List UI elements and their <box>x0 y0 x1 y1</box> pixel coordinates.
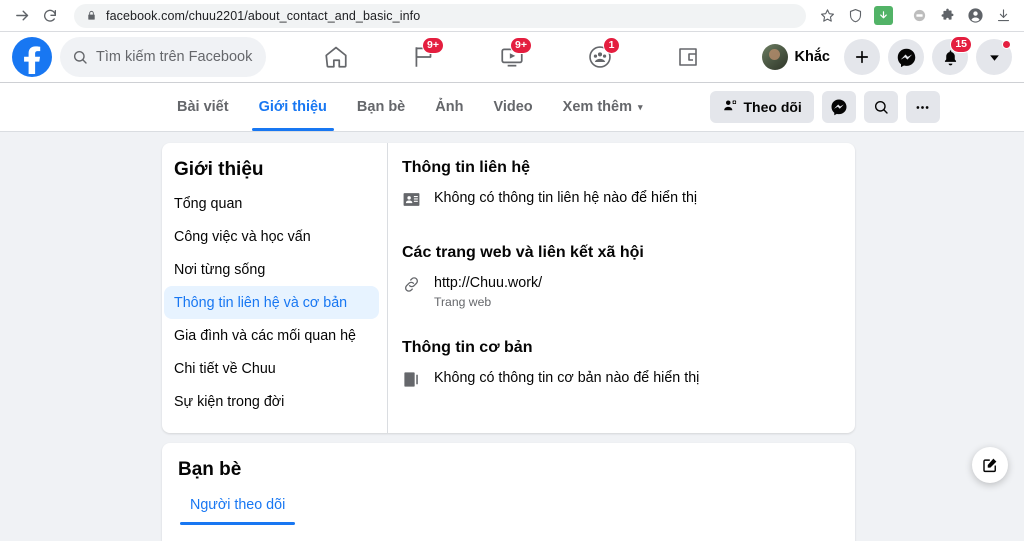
navbar-center-shortcuts: 9+ 9+ 1 <box>314 37 710 77</box>
contact-empty-text: Không có thông tin liên hệ nào để hiển t… <box>434 190 698 206</box>
about-card: Giới thiệu Tổng quan Công việc và học vấ… <box>162 143 855 433</box>
puzzle-extension-icon[interactable] <box>934 3 960 29</box>
url-text: facebook.com/chuu2201/about_contact_and_… <box>106 8 421 23</box>
search-icon <box>72 49 88 65</box>
gaming-icon[interactable] <box>666 37 710 77</box>
forward-arrow-icon[interactable] <box>8 2 36 30</box>
profile-tabs: Bài viết Giới thiệu Bạn bè Ảnh Video Xem… <box>162 83 658 131</box>
browser-profile-icon[interactable] <box>962 3 988 29</box>
groups-icon[interactable]: 1 <box>578 37 622 77</box>
shield-icon[interactable] <box>842 3 868 29</box>
watch-video-icon[interactable]: 9+ <box>490 37 534 77</box>
friends-tabs: Người theo dõi <box>178 497 839 525</box>
tab-label: Xem thêm <box>562 99 632 115</box>
watch-badge: 9+ <box>510 37 532 54</box>
downloads-icon[interactable] <box>990 3 1016 29</box>
notifications-badge: 15 <box>950 36 972 53</box>
bookmark-star-icon[interactable] <box>814 3 840 29</box>
tab-anh[interactable]: Ảnh <box>420 83 478 131</box>
messenger-icon[interactable] <box>888 39 924 75</box>
sidebar-item-label: Nơi từng sống <box>174 261 266 278</box>
tab-xem-them[interactable]: Xem thêm ▾ <box>548 83 658 131</box>
websites-section-title: Các trang web và liên kết xã hội <box>402 244 644 261</box>
account-alert-dot <box>1002 40 1011 49</box>
follow-button[interactable]: Theo dõi <box>709 91 814 123</box>
tab-video[interactable]: Video <box>478 83 547 131</box>
sidebar-item-su-kien-trong-doi[interactable]: Sự kiện trong đời <box>164 385 379 418</box>
plus-create-icon[interactable] <box>844 39 880 75</box>
sidebar-item-label: Sự kiện trong đời <box>174 393 285 410</box>
basic-section-title: Thông tin cơ bản <box>402 339 533 357</box>
profile-name: Khắc <box>794 49 830 65</box>
sidebar-item-thong-tin-lien-he[interactable]: Thông tin liên hệ và cơ bản <box>164 286 379 319</box>
profile-actions: Theo dõi <box>709 91 940 123</box>
profile-basic-icon <box>402 370 421 394</box>
extension-circle-icon[interactable] <box>906 3 932 29</box>
friends-tab-label: Người theo dõi <box>190 497 286 513</box>
website-texts: http://Chuu.work/ Trang web <box>434 274 542 309</box>
chevron-down-icon: ▾ <box>637 101 643 112</box>
home-icon[interactable] <box>314 37 358 77</box>
compose-edit-icon[interactable] <box>972 447 1008 483</box>
bell-notifications-icon[interactable]: 15 <box>932 36 972 75</box>
contact-empty-row: Không có thông tin liên hệ nào để hiển t… <box>402 189 839 214</box>
sidebar-item-label: Gia đình và các mối quan hệ <box>174 327 356 344</box>
contact-card-icon <box>402 190 421 214</box>
link-icon <box>402 275 421 299</box>
tab-label: Bạn bè <box>356 99 406 115</box>
website-row[interactable]: http://Chuu.work/ Trang web <box>402 274 839 309</box>
sidebar-item-noi-tung-song[interactable]: Nơi từng sống <box>164 253 379 286</box>
search-input[interactable] <box>96 49 254 65</box>
tab-gioi-thieu[interactable]: Giới thiệu <box>244 83 342 131</box>
profile-tabbar: Bài viết Giới thiệu Bạn bè Ảnh Video Xem… <box>0 82 1024 132</box>
sidebar-item-gia-dinh[interactable]: Gia đình và các mối quan hệ <box>164 319 379 352</box>
search-box[interactable] <box>60 37 266 77</box>
download-badge-icon[interactable] <box>870 3 896 29</box>
about-sidebar: Giới thiệu Tổng quan Công việc và học vấ… <box>162 143 388 433</box>
address-bar[interactable]: facebook.com/chuu2201/about_contact_and_… <box>74 3 806 28</box>
browser-action-icons <box>814 3 1016 29</box>
tab-label: Video <box>493 99 533 115</box>
sidebar-item-cong-viec-hoc-van[interactable]: Công việc và học vấn <box>164 220 379 253</box>
groups-badge: 1 <box>603 37 620 54</box>
browser-toolbar: facebook.com/chuu2201/about_contact_and_… <box>0 0 1024 32</box>
about-heading: Giới thiệu <box>174 159 264 180</box>
tab-label: Bài viết <box>177 99 229 115</box>
friends-heading: Bạn bè <box>178 459 242 480</box>
sidebar-item-label: Công việc và học vấn <box>174 228 311 245</box>
search-profile-button[interactable] <box>863 91 898 123</box>
pages-badge: 9+ <box>422 37 444 54</box>
friends-card: Bạn bè Người theo dõi <box>162 443 855 541</box>
about-content: Thông tin liên hệ Không có thông tin liê… <box>388 143 855 433</box>
basic-empty-text: Không có thông tin cơ bản nào để hiển th… <box>434 370 700 387</box>
avatar <box>761 44 788 70</box>
chevron-down-account-icon[interactable] <box>976 39 1012 75</box>
flag-pages-icon[interactable]: 9+ <box>402 37 446 77</box>
person-add-icon <box>722 98 737 116</box>
message-button[interactable] <box>821 91 856 123</box>
lock-icon <box>86 9 97 22</box>
facebook-logo-icon[interactable] <box>12 37 52 77</box>
tab-label: Giới thiệu <box>258 99 327 115</box>
sidebar-item-label: Thông tin liên hệ và cơ bản <box>174 294 348 311</box>
website-link[interactable]: http://Chuu.work/ <box>434 275 542 291</box>
facebook-navbar: 9+ 9+ 1 Khắc 15 <box>0 32 1024 82</box>
contact-section-title: Thông tin liên hệ <box>402 159 530 176</box>
profile-page-body: Giới thiệu Tổng quan Công việc và học vấ… <box>0 132 1024 541</box>
navbar-right-actions: Khắc 15 <box>760 36 1012 75</box>
reload-icon[interactable] <box>36 2 64 30</box>
sidebar-item-label: Chi tiết về Chuu <box>174 360 276 377</box>
website-label: Trang web <box>434 295 492 310</box>
follow-label: Theo dõi <box>743 99 802 115</box>
more-options-button[interactable] <box>905 91 940 123</box>
tab-label: Ảnh <box>435 99 464 115</box>
profile-shortcut[interactable]: Khắc <box>760 44 836 70</box>
sidebar-item-tong-quan[interactable]: Tổng quan <box>164 187 379 220</box>
tab-bai-viet[interactable]: Bài viết <box>162 83 244 131</box>
sidebar-item-chi-tiet[interactable]: Chi tiết về Chuu <box>164 352 379 385</box>
basic-empty-row: Không có thông tin cơ bản nào để hiển th… <box>402 369 839 394</box>
tab-ban-be[interactable]: Bạn bè <box>342 83 420 131</box>
tab-nguoi-theo-doi[interactable]: Người theo dõi <box>179 497 296 525</box>
sidebar-item-label: Tổng quan <box>174 195 243 212</box>
